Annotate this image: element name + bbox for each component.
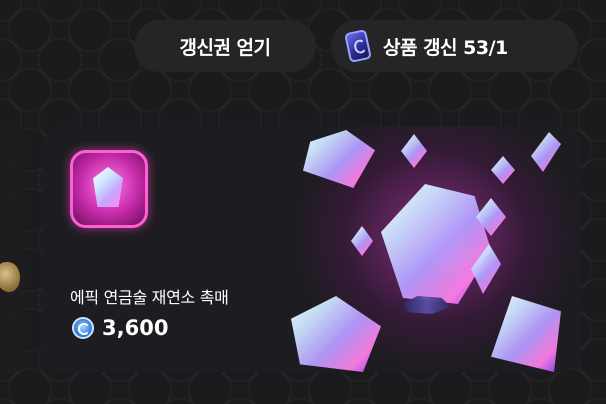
ticket-icon (344, 29, 372, 63)
refresh-products-label: 상품 갱신 53/1 (383, 36, 508, 59)
price-value: 3,600 (102, 316, 169, 340)
previous-product-item-icon (0, 262, 20, 292)
price-row: 3,600 (72, 316, 168, 340)
product-card[interactable]: 에픽 연금술 재연소 촉매 3,600 (42, 126, 581, 372)
crystal-catalyst-icon (70, 150, 148, 228)
get-refresh-ticket-label: 갱신권 얻기 (179, 36, 271, 59)
product-name: 에픽 연금술 재연소 촉매 (70, 288, 229, 307)
previous-product-card[interactable] (0, 122, 26, 374)
refresh-products-button[interactable]: 상품 갱신 53/1 (331, 20, 578, 72)
get-refresh-ticket-button[interactable]: 갱신권 얻기 (134, 20, 316, 72)
coin-icon (72, 317, 94, 339)
crystal-artwork (291, 126, 581, 372)
